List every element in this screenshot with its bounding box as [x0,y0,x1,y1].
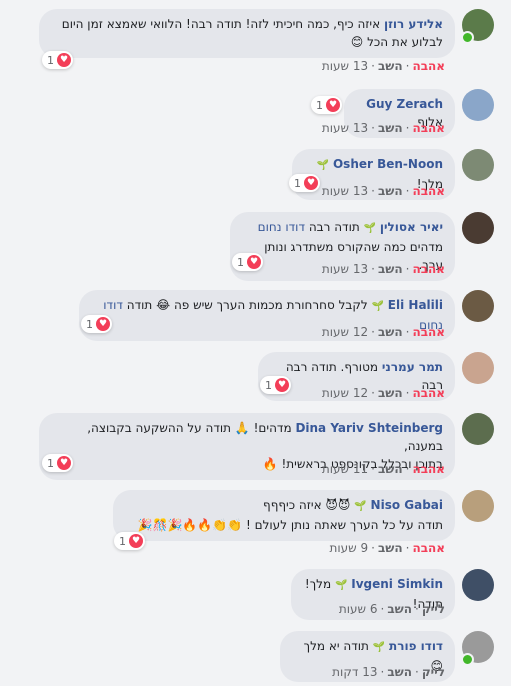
reply-link[interactable]: השב [378,121,403,135]
comment-meta: אהבה·השב·9 שעות [329,541,446,555]
top-fan-icon: 🌱 [316,160,330,171]
heart-icon: ♥ [275,378,289,392]
avatar[interactable] [462,149,494,181]
love-link[interactable]: אהבה [412,462,445,476]
heart-icon: ♥ [304,176,318,190]
top-fan-icon: 🌱 [354,501,367,512]
comment-meta: אהבה·השב·13 שעות [321,59,445,73]
reaction-badge[interactable]: 1 ♥ [232,253,263,271]
reaction-count: 1 [265,378,272,392]
reaction-badge[interactable]: 1 ♥ [114,532,145,550]
online-indicator [461,653,474,666]
love-link[interactable]: אהבה [412,121,445,135]
timestamp[interactable]: 12 שעות [322,325,368,339]
reply-link[interactable]: השב [378,59,403,73]
author-name[interactable]: דודו פורת [389,639,443,653]
timestamp[interactable]: 13 שעות [322,121,368,135]
reaction-count: 1 [86,317,93,331]
comment-bubble: Niso Gabai 🌱 😈😈 איזה כיףףף תודה על כל הע… [113,490,455,541]
love-link[interactable]: אהבה [412,325,445,339]
top-fan-icon: 🌱 [334,580,348,591]
reaction-count: 1 [316,98,323,112]
reply-link[interactable]: השב [378,386,403,400]
reaction-count: 1 [47,456,54,470]
timestamp[interactable]: 13 שעות [322,184,368,198]
comment-text: איזה כיף, כמה חיכיתי לזה! תודה רבה! הלוו… [61,17,381,31]
comment-text: 😈😈 איזה כיףףף [263,498,351,512]
avatar[interactable] [462,569,494,601]
timestamp[interactable]: 6 שעות [339,602,378,616]
timestamp[interactable]: 13 דקות [332,665,377,679]
reaction-badge[interactable]: 1 ♥ [289,174,320,192]
comment-meta: אהבה·השב·13 שעות [321,184,445,198]
reaction-badge[interactable]: 1 ♥ [311,96,342,114]
reaction-badge[interactable]: 1 ♥ [42,51,73,69]
timestamp[interactable]: 11 שעות [322,462,368,476]
comment-meta: לייק·השב·13 דקות [332,665,445,679]
reaction-count: 1 [119,534,126,548]
heart-icon: ♥ [326,98,340,112]
avatar[interactable] [462,290,494,322]
timestamp[interactable]: 9 שעות [330,541,369,555]
reaction-count: 1 [47,53,54,67]
reaction-count: 1 [237,255,244,269]
heart-icon: ♥ [247,255,261,269]
comment-meta: אהבה·השב·12 שעות [321,325,445,339]
timestamp[interactable]: 13 שעות [322,59,368,73]
love-link[interactable]: אהבה [412,541,445,555]
comment-text: תודה רבה [308,220,360,234]
reply-link[interactable]: השב [378,325,403,339]
timestamp[interactable]: 12 שעות [322,386,368,400]
author-name[interactable]: Eli Halili [388,298,443,312]
comment-meta: אהבה·השב·13 שעות [321,262,445,276]
reply-link[interactable]: השב [387,665,412,679]
author-name[interactable]: Niso Gabai [371,498,443,512]
author-name[interactable]: Guy Zerach [366,97,443,111]
reply-link[interactable]: השב [378,184,403,198]
comment-meta: אהבה·השב·11 שעות [321,462,445,476]
comment-meta: אהבה·השב·12 שעות [321,386,445,400]
online-indicator [461,31,474,44]
author-name[interactable]: Osher Ben-Noon [333,157,443,171]
like-link[interactable]: לייק [422,665,445,679]
comment-text: תודה על כל הערך שאתה נותן לעולם ! 👏👏🔥🔥🎉🎊… [137,518,443,532]
reaction-badge[interactable]: 1 ♥ [260,376,291,394]
comment-meta: אהבה·השב·13 שעות [321,121,445,135]
author-name[interactable]: תמר עמרני [382,360,443,374]
avatar[interactable] [462,352,494,384]
avatar[interactable] [462,413,494,445]
heart-icon: ♥ [57,53,71,67]
reaction-count: 1 [294,176,301,190]
love-link[interactable]: אהבה [412,184,445,198]
reaction-badge[interactable]: 1 ♥ [81,315,112,333]
comment-meta: לייק·השב·6 שעות [338,602,445,616]
love-link[interactable]: אהבה [412,386,445,400]
reaction-badge[interactable]: 1 ♥ [42,454,73,472]
love-link[interactable]: אהבה [412,262,445,276]
love-link[interactable]: אהבה [412,59,445,73]
like-link[interactable]: לייק [422,602,445,616]
heart-icon: ♥ [96,317,110,331]
heart-icon: ♥ [129,534,143,548]
avatar[interactable] [462,490,494,522]
top-fan-icon: 🌱 [372,642,386,653]
top-fan-icon: 🌱 [363,223,377,234]
avatar[interactable] [462,212,494,244]
comment-text: לקבל סחרחורת מכמות הערך שיש פה 😂 תודה [126,298,368,312]
comment-text: לבלוע את הכל 😊 [350,35,443,49]
reply-link[interactable]: השב [378,541,403,555]
heart-icon: ♥ [57,456,71,470]
author-name[interactable]: Ivgeni Simkin [351,577,443,591]
top-fan-icon: 🌱 [371,301,384,312]
timestamp[interactable]: 13 שעות [322,262,368,276]
author-name[interactable]: יאיר אסולין [380,220,443,234]
reply-link[interactable]: השב [387,602,412,616]
author-name[interactable]: אלידע רוזן [384,17,443,31]
tagged-user[interactable]: דודו נחום [258,220,305,234]
reply-link[interactable]: השב [378,262,403,276]
comment-bubble: אלידע רוזן איזה כיף, כמה חיכיתי לזה! תוד… [39,9,455,58]
reply-link[interactable]: השב [378,462,403,476]
avatar[interactable] [462,89,494,121]
author-name[interactable]: Dina Yariv Shteinberg [295,421,443,435]
